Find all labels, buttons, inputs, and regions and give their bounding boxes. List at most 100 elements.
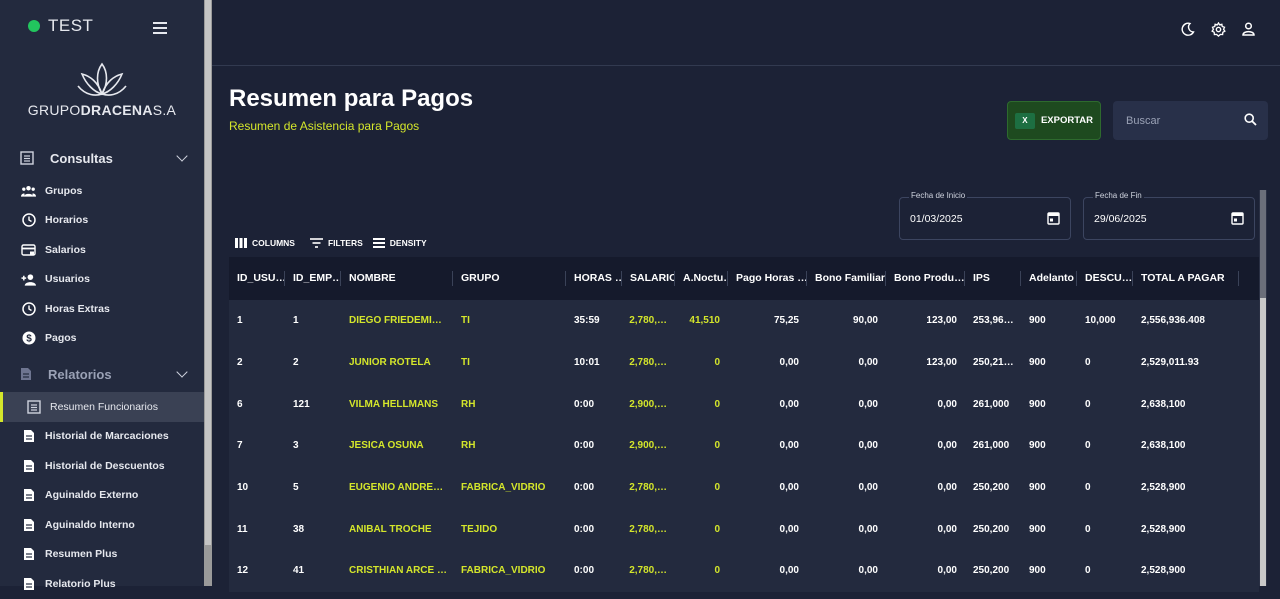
column-header[interactable]: TOTAL A PAGAR: [1133, 257, 1239, 300]
table-cell: 0,00: [937, 440, 957, 452]
column-header[interactable]: Bono Produ…: [886, 257, 965, 300]
sidebar-item-horarios[interactable]: Horarios: [0, 206, 204, 236]
section-relatorios[interactable]: Relatorios: [0, 356, 204, 392]
column-header[interactable]: SALARIO: [622, 257, 675, 300]
column-header[interactable]: IPS: [965, 257, 1021, 300]
table-cell: 75,25: [773, 315, 799, 327]
column-header[interactable]: Pago Horas …: [728, 257, 807, 300]
grid-scrollbar[interactable]: [1259, 190, 1267, 586]
end-date-field[interactable]: Fecha de Fin 29/06/2025: [1083, 191, 1255, 240]
logo-wordmark: GRUPODRACENAS.A: [27, 102, 177, 118]
grid-toolbar: COLUMNS FILTERS DENSITY: [235, 238, 427, 248]
sidebar-item-historial-marcaciones[interactable]: Historial de Marcaciones: [0, 422, 204, 452]
menu-icon[interactable]: [153, 22, 167, 34]
columns-button[interactable]: COLUMNS: [235, 238, 295, 248]
gear-icon[interactable]: [1210, 21, 1226, 37]
table-cell: 0,00: [779, 565, 799, 577]
search-icon[interactable]: [1244, 113, 1257, 131]
table-cell: 0: [1085, 565, 1091, 577]
column-header[interactable]: Adelanto: [1021, 257, 1077, 300]
table-cell: 0,00: [937, 398, 957, 410]
sidebar-item-grupos[interactable]: Grupos: [0, 176, 204, 206]
table-row[interactable]: 10 5 EUGENIO ANDRE… FABRICA_VIDRIO 0:00 2,780…: [229, 466, 1259, 509]
column-header[interactable]: ID_EMP…: [285, 257, 341, 300]
sidebar-item-label: Grupos: [45, 184, 83, 197]
sidebar-item-relatorio-plus[interactable]: Relatorio Plus: [0, 569, 204, 599]
section-consultas[interactable]: Consultas: [0, 140, 204, 176]
table-cell: 0: [714, 565, 720, 577]
export-button[interactable]: X EXPORTAR: [1007, 101, 1101, 140]
sidebar-item-resumen-funcionarios[interactable]: Resumen Funcionarios: [0, 392, 204, 422]
sidebar-item-pagos[interactable]: $ Pagos: [0, 324, 204, 354]
table-cell: 0: [714, 440, 720, 452]
table-cell: 38: [293, 523, 305, 535]
chevron-down-icon: [176, 366, 188, 378]
column-header[interactable]: GRUPO: [453, 257, 566, 300]
table-cell: 0,00: [779, 523, 799, 535]
table-cell: CRISTHIAN ARCE …: [349, 565, 447, 577]
table-cell: JUNIOR ROTELA: [349, 357, 431, 369]
table-row[interactable]: 1 1 DIEGO FRIEDEMI… TI 35:59 2,780,… 41,510 75,…: [229, 300, 1259, 342]
document-icon: [23, 489, 34, 502]
sidebar-item-resumen-plus[interactable]: Resumen Plus: [0, 540, 204, 570]
start-date-value[interactable]: 01/03/2025: [910, 213, 963, 225]
end-date-value[interactable]: 29/06/2025: [1094, 213, 1147, 225]
table-cell: 0: [714, 523, 720, 535]
table-row[interactable]: 2 2 JUNIOR ROTELA TI 10:01 2,780,… 0 0,00 0,00 12…: [229, 341, 1259, 384]
document-icon: [23, 577, 34, 590]
sidebar-item-label: Salarios: [45, 243, 86, 256]
dark-mode-icon[interactable]: [1180, 21, 1196, 37]
table-row[interactable]: 6 121 VILMA HELLMANS RH 0:00 2,900,… 0 0,00 0,00…: [229, 383, 1259, 426]
table-cell: 0:00: [574, 482, 595, 494]
sidebar: TEST GRUPODRACENAS.A Consultas Grupos Ho…: [0, 0, 204, 590]
document-icon: [21, 368, 31, 380]
table-cell: 900: [1029, 315, 1046, 327]
column-header[interactable]: HORAS …: [566, 257, 622, 300]
search-input[interactable]: [1113, 101, 1233, 140]
column-header[interactable]: DESCU…: [1077, 257, 1133, 300]
user-icon[interactable]: [1240, 21, 1256, 37]
end-date-label: Fecha de Fin: [1093, 191, 1144, 200]
table-cell: 2,900,…: [629, 440, 667, 452]
filters-button[interactable]: FILTERS: [309, 238, 363, 248]
table-cell: 3: [293, 440, 299, 452]
table-cell: 0,00: [858, 357, 878, 369]
app-name: TEST: [48, 16, 94, 35]
table-cell: 10: [237, 482, 249, 494]
sidebar-scrollbar[interactable]: [204, 0, 212, 586]
table-cell: 0,00: [937, 482, 957, 494]
document-icon: [23, 430, 34, 443]
table-cell: ANIBAL TROCHE: [349, 523, 432, 535]
table-cell: 2,780,…: [629, 357, 667, 369]
table-cell: 0,00: [779, 482, 799, 494]
sidebar-item-historial-descuentos[interactable]: Historial de Descuentos: [0, 451, 204, 481]
calendar-icon[interactable]: [1047, 211, 1060, 230]
calendar-icon[interactable]: [1231, 211, 1244, 230]
column-header[interactable]: Bono Familiar: [807, 257, 886, 300]
column-header[interactable]: NOMBRE: [341, 257, 453, 300]
sidebar-item-aguinaldo-interno[interactable]: Aguinaldo Interno: [0, 510, 204, 540]
start-date-field[interactable]: Fecha de Inicio 01/03/2025: [899, 191, 1071, 240]
table-cell: 0: [1085, 482, 1091, 494]
sidebar-item-salarios[interactable]: Salarios: [0, 235, 204, 265]
table-cell: 2,529,011.93: [1141, 357, 1199, 369]
sidebar-scrollbar-thumb[interactable]: [205, 0, 211, 545]
table-cell: 1: [237, 315, 243, 327]
column-header[interactable]: A.Noctu…: [675, 257, 728, 300]
sidebar-item-label: Horarios: [45, 214, 89, 227]
density-button[interactable]: DENSITY: [372, 238, 427, 248]
table-cell: 261,000: [973, 398, 1010, 410]
table-cell: 0:00: [574, 398, 595, 410]
grid-scrollbar-track: [1260, 190, 1266, 298]
sidebar-item-aguinaldo-externo[interactable]: Aguinaldo Externo: [0, 481, 204, 511]
table-cell: FABRICA_VIDRIO: [461, 565, 546, 577]
column-header[interactable]: ID_USU…: [229, 257, 285, 300]
table-row[interactable]: 7 3 JESICA OSUNA RH 0:00 2,900,… 0 0,00 0,00 0,00…: [229, 425, 1259, 467]
table-cell: 5: [293, 482, 299, 494]
grid-scrollbar-thumb[interactable]: [1260, 298, 1266, 586]
sidebar-item-horas-extras[interactable]: Horas Extras: [0, 294, 204, 324]
table-cell: 0,00: [858, 440, 878, 452]
sidebar-item-usuarios[interactable]: Usuarios: [0, 265, 204, 295]
sidebar-item-label: Historial de Marcaciones: [45, 430, 169, 443]
table-row[interactable]: 11 38 ANIBAL TROCHE TEJIDO 0:00 2,780,… 0 0,00 0…: [229, 508, 1259, 551]
